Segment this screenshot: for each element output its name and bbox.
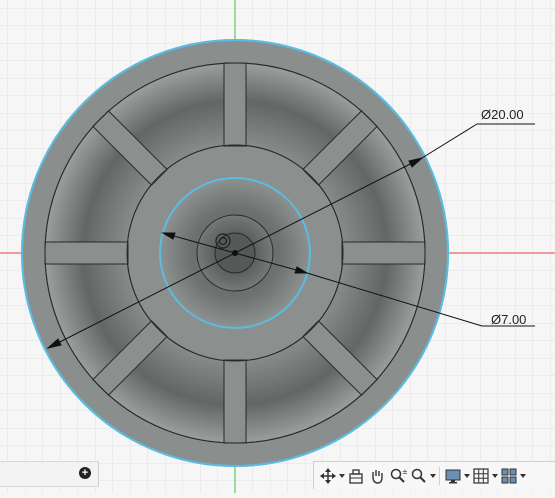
viewports-dropdown-icon[interactable] bbox=[520, 465, 526, 487]
small-diameter-label[interactable]: Ø7.00 bbox=[491, 313, 526, 326]
navigation-toolbar: ± bbox=[313, 461, 555, 489]
zoom-window-icon[interactable] bbox=[409, 465, 429, 487]
display-dropdown-icon[interactable] bbox=[464, 465, 470, 487]
orbit-icon[interactable] bbox=[318, 465, 338, 487]
orbit-dropdown-icon[interactable] bbox=[339, 465, 345, 487]
timeline-add-button[interactable]: + bbox=[79, 467, 91, 479]
grid-dropdown-icon[interactable] bbox=[492, 465, 498, 487]
display-settings-icon[interactable] bbox=[443, 465, 463, 487]
timeline-panel: + bbox=[0, 461, 99, 487]
design-viewport[interactable]: Ø20.00 Ø7.00 bbox=[0, 0, 555, 493]
toolbar-separator bbox=[439, 466, 440, 485]
viewports-icon[interactable] bbox=[499, 465, 519, 487]
zoom-icon[interactable]: ± bbox=[388, 465, 408, 487]
pan-icon[interactable] bbox=[367, 465, 387, 487]
grid-settings-icon[interactable] bbox=[471, 465, 491, 487]
viewport-canvas[interactable] bbox=[0, 0, 555, 493]
zoom-dropdown-icon[interactable] bbox=[430, 465, 436, 487]
fit-icon[interactable] bbox=[346, 465, 366, 487]
large-diameter-label[interactable]: Ø20.00 bbox=[481, 108, 524, 121]
svg-text:±: ± bbox=[402, 468, 407, 476]
